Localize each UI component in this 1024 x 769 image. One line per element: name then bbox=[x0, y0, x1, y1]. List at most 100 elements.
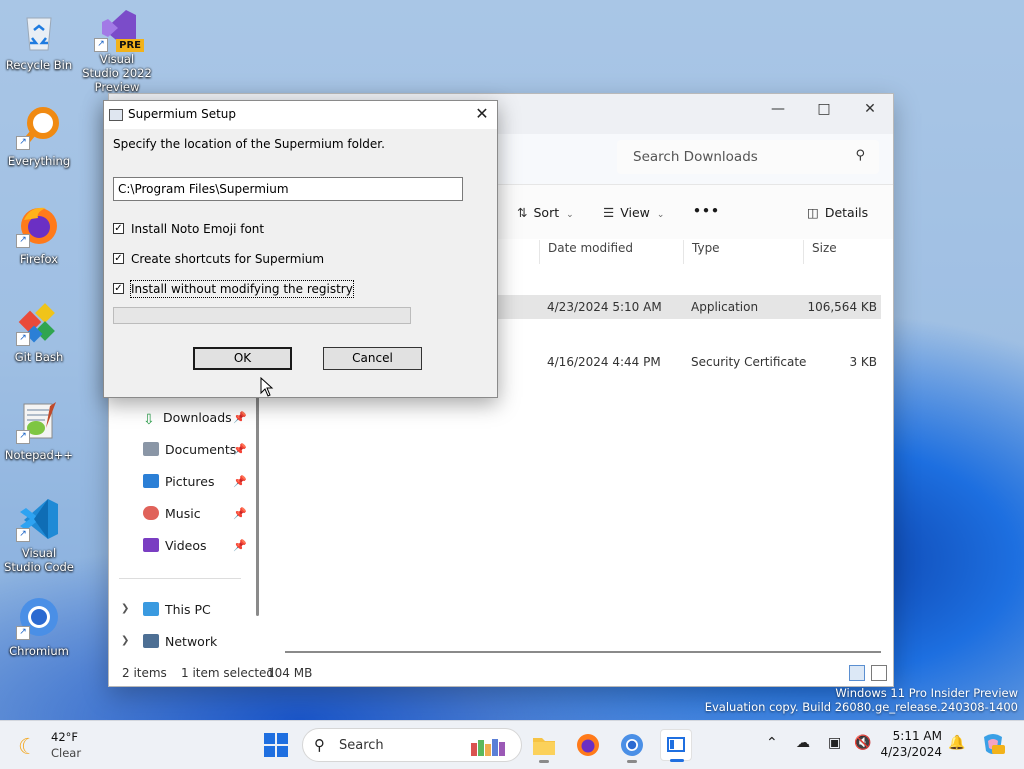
view-button[interactable]: ☰ View ⌄ bbox=[603, 205, 664, 220]
checkbox[interactable]: ✓ bbox=[113, 253, 124, 264]
pin-icon: 📌 bbox=[233, 411, 247, 424]
setup-window-icon bbox=[667, 737, 685, 752]
network-icon[interactable]: ▣ bbox=[828, 735, 841, 751]
nav-label: This PC bbox=[165, 602, 211, 617]
preview-badge: PRE bbox=[116, 39, 144, 52]
column-headers: Date modified Type Size bbox=[539, 240, 893, 264]
moon-weather-icon: ☾ bbox=[18, 735, 38, 760]
dialog-title: Supermium Setup bbox=[128, 107, 237, 121]
details-view-button[interactable] bbox=[849, 665, 865, 681]
cancel-button[interactable]: Cancel bbox=[323, 347, 422, 370]
horizontal-scrollbar[interactable] bbox=[285, 651, 881, 653]
dialog-title-bar[interactable]: Supermium Setup ✕ bbox=[104, 101, 497, 129]
taskbar-setup-app[interactable] bbox=[660, 729, 692, 762]
visual-studio-icon: PRE ↗ bbox=[94, 6, 144, 52]
desktop-icon-label: Visual Studio 2022 Preview bbox=[82, 52, 152, 94]
supermium-setup-dialog[interactable]: Supermium Setup ✕ Specify the location o… bbox=[103, 100, 498, 398]
nav-scrollbar[interactable] bbox=[256, 394, 259, 616]
column-header-size[interactable]: Size bbox=[803, 240, 882, 264]
shortcut-arrow-icon: ↗ bbox=[16, 136, 30, 150]
pin-icon: 📌 bbox=[233, 507, 247, 520]
file-size: 3 KB bbox=[849, 355, 877, 369]
nav-item-documents[interactable]: Documents 📌 bbox=[143, 438, 247, 462]
start-button[interactable] bbox=[264, 733, 288, 757]
search-box[interactable]: Search Downloads ⚲ bbox=[617, 140, 879, 174]
taskbar-file-explorer[interactable] bbox=[528, 729, 560, 763]
desktop-icon-visual-studio[interactable]: PRE ↗ Visual Studio 2022 Preview bbox=[80, 6, 154, 94]
watermark-line-2: Evaluation copy. Build 26080.ge_release.… bbox=[704, 700, 1018, 714]
install-path-input[interactable] bbox=[113, 177, 463, 201]
watermark-line-1: Windows 11 Pro Insider Preview bbox=[835, 686, 1018, 700]
desktop-icon-everything[interactable]: ↗ Everything bbox=[2, 104, 76, 168]
firefox-icon bbox=[577, 734, 599, 756]
more-options-button[interactable]: ••• bbox=[693, 203, 720, 218]
desktop-icon-notepad-plus-plus[interactable]: ↗ Notepad++ bbox=[2, 398, 76, 462]
shortcut-arrow-icon: ↗ bbox=[16, 528, 30, 542]
system-clock[interactable]: 5:11 AM 4/23/2024 bbox=[880, 728, 942, 760]
column-header-type[interactable]: Type bbox=[683, 240, 802, 264]
documents-icon bbox=[143, 442, 159, 456]
shortcut-arrow-icon: ↗ bbox=[16, 626, 30, 640]
desktop-icon-vscode[interactable]: ↗ Visual Studio Code bbox=[2, 496, 76, 574]
status-bar: 2 items 1 item selected 104 MB bbox=[109, 660, 893, 686]
file-row[interactable]: 4/16/2024 4:44 PM Security Certificate 3… bbox=[489, 350, 881, 374]
close-button[interactable]: ✕ bbox=[467, 101, 497, 129]
close-button[interactable]: ✕ bbox=[847, 94, 893, 124]
search-placeholder: Search Downloads bbox=[633, 149, 758, 165]
details-pane-button[interactable]: ◫ Details bbox=[807, 205, 868, 220]
desktop-icon-chromium[interactable]: ↗ Chromium bbox=[2, 594, 76, 658]
nav-item-network[interactable]: Network bbox=[143, 630, 217, 654]
show-hidden-icons-chevron-icon[interactable]: ⌃ bbox=[766, 735, 778, 751]
taskbar-chromium[interactable] bbox=[616, 729, 648, 763]
tiles-view-button[interactable] bbox=[871, 665, 887, 681]
view-icon: ☰ bbox=[603, 205, 615, 220]
shortcut-arrow-icon: ↗ bbox=[16, 430, 30, 444]
nav-item-videos[interactable]: Videos 📌 bbox=[143, 534, 247, 558]
desktop-icon-label: Git Bash bbox=[14, 350, 64, 364]
desktop-icon-label: Recycle Bin bbox=[5, 58, 73, 72]
copilot-icon[interactable] bbox=[980, 731, 1006, 757]
file-row[interactable]: 4/23/2024 5:10 AM Application 106,564 KB bbox=[489, 295, 881, 319]
nav-label: Videos bbox=[165, 538, 207, 553]
running-indicator bbox=[670, 759, 684, 762]
status-size: 104 MB bbox=[267, 666, 313, 680]
search-highlight-icon bbox=[471, 739, 505, 756]
taskbar-search[interactable]: ⚲ Search bbox=[302, 728, 522, 762]
taskbar-firefox[interactable] bbox=[572, 729, 604, 761]
checkbox[interactable]: ✓ bbox=[113, 283, 124, 294]
nav-item-music[interactable]: Music 📌 bbox=[143, 502, 247, 526]
chevron-right-icon[interactable]: ❯ bbox=[121, 635, 129, 646]
desktop-icon-label: Notepad++ bbox=[4, 448, 74, 462]
sort-button[interactable]: ⇅ Sort ⌄ bbox=[517, 205, 574, 220]
nav-item-pictures[interactable]: Pictures 📌 bbox=[143, 470, 247, 494]
desktop-icon-firefox[interactable]: ↗ Firefox bbox=[2, 202, 76, 266]
git-bash-icon: ↗ bbox=[16, 300, 62, 346]
pin-icon: 📌 bbox=[233, 443, 247, 456]
navigation-pane: ⇩ Downloads 📌 Documents 📌 Pictures 📌 Musi… bbox=[109, 394, 259, 654]
desktop-icon-git-bash[interactable]: ↗ Git Bash bbox=[2, 300, 76, 364]
desktop-icon-recycle-bin[interactable]: Recycle Bin bbox=[2, 8, 76, 72]
volume-muted-icon[interactable]: 🔇 bbox=[854, 735, 871, 751]
chromium-icon bbox=[621, 734, 643, 756]
recycle-bin-icon bbox=[16, 8, 62, 54]
shortcut-arrow-icon: ↗ bbox=[94, 38, 108, 52]
onedrive-offline-icon[interactable]: ☁ bbox=[796, 735, 810, 751]
chevron-down-icon: ⌄ bbox=[656, 210, 665, 220]
desktop-icon-label: Firefox bbox=[19, 252, 59, 266]
downloads-icon: ⇩ bbox=[143, 412, 155, 428]
minimize-button[interactable]: — bbox=[755, 94, 801, 124]
running-indicator bbox=[627, 760, 637, 763]
everything-search-icon: ↗ bbox=[16, 104, 62, 150]
nav-item-this-pc[interactable]: This PC bbox=[143, 598, 211, 622]
maximize-button[interactable]: □ bbox=[801, 94, 847, 124]
nav-item-downloads[interactable]: ⇩ Downloads 📌 bbox=[143, 406, 247, 430]
notifications-bell-icon[interactable]: 🔔 bbox=[948, 735, 965, 751]
option-label: Create shortcuts for Supermium bbox=[131, 252, 325, 266]
checkbox[interactable]: ✓ bbox=[113, 223, 124, 234]
column-header-date[interactable]: Date modified bbox=[539, 240, 684, 264]
firefox-icon: ↗ bbox=[16, 202, 62, 248]
ok-button[interactable]: OK bbox=[193, 347, 292, 370]
file-date: 4/23/2024 5:10 AM bbox=[547, 300, 662, 314]
chevron-right-icon[interactable]: ❯ bbox=[121, 603, 129, 614]
weather-widget[interactable]: ☾ 42°F Clear bbox=[18, 729, 98, 761]
